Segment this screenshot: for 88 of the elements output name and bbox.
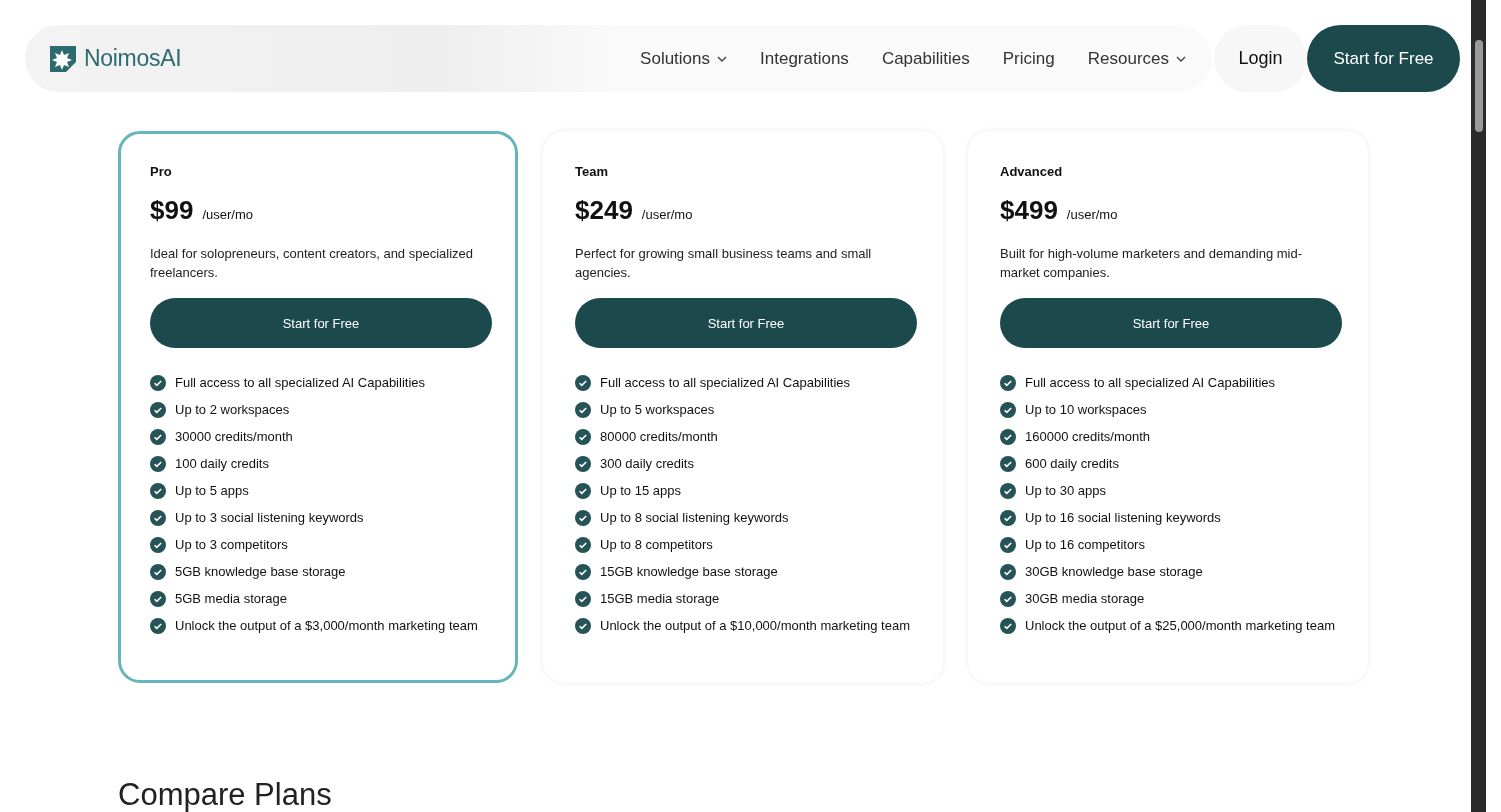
feature-text: 160000 credits/month xyxy=(1025,428,1151,446)
feature-text: Full access to all specialized AI Capabilities xyxy=(600,374,850,392)
check-icon xyxy=(150,618,166,634)
feature-text: Full access to all specialized AI Capabilities xyxy=(175,374,425,392)
check-icon xyxy=(1000,429,1016,445)
check-icon xyxy=(1000,618,1016,634)
start-button[interactable]: Start for Free xyxy=(150,298,492,348)
feature-text: Up to 3 competitors xyxy=(175,536,288,554)
check-icon xyxy=(575,618,591,634)
check-icon xyxy=(1000,483,1016,499)
check-icon xyxy=(575,456,591,472)
feature-text: Up to 8 social listening keywords xyxy=(600,509,789,527)
check-icon xyxy=(575,564,591,580)
plan-description: Ideal for solopreneurs, content creators, and specialized freelancers. xyxy=(150,245,475,282)
feature-text: 80000 credits/month xyxy=(600,428,718,446)
feature-text: 600 daily credits xyxy=(1025,455,1119,473)
check-icon xyxy=(1000,375,1016,391)
price-unit: /user/mo xyxy=(202,207,253,222)
feature-text: Unlock the output of a $3,000/month marketing team xyxy=(175,617,478,635)
nav-link[interactable]: Resources xyxy=(1087,48,1186,69)
check-icon xyxy=(575,375,591,391)
login-button[interactable]: Login xyxy=(1214,25,1307,92)
check-icon xyxy=(150,537,166,553)
feature-text: 30000 credits/month xyxy=(175,428,293,446)
check-icon xyxy=(575,429,591,445)
feature-text: Full access to all specialized AI Capabilities xyxy=(1025,374,1275,392)
check-icon xyxy=(575,537,591,553)
check-icon xyxy=(150,483,166,499)
scrollbar[interactable] xyxy=(1471,0,1486,812)
start-button[interactable]: Start for Free xyxy=(1307,25,1460,92)
check-icon xyxy=(150,456,166,472)
nav-link[interactable]: Pricing xyxy=(1002,48,1055,69)
feature-text: Unlock the output of a $25,000/month marketing team xyxy=(1025,617,1336,635)
check-icon xyxy=(150,402,166,418)
feature-text: 15GB media storage xyxy=(600,590,720,608)
price-unit: /user/mo xyxy=(641,207,693,222)
plan-name: Team xyxy=(575,164,609,179)
feature-text: 5GB media storage xyxy=(175,590,287,608)
check-icon xyxy=(575,402,591,418)
check-icon xyxy=(575,483,591,499)
feature-text: 15GB knowledge base storage xyxy=(600,563,778,581)
feature-text: 100 daily credits xyxy=(175,455,269,473)
check-icon xyxy=(1000,456,1016,472)
check-icon xyxy=(1000,510,1016,526)
feature-text: Up to 16 social listening keywords xyxy=(1025,509,1221,527)
section-title: Compare Plans xyxy=(118,777,333,812)
plan-description: Perfect for growing small business teams and small agencies. xyxy=(575,245,873,282)
plan-price: $249 xyxy=(575,195,633,226)
plan-description: Built for high-volume marketers and demanding mid-market companies. xyxy=(1000,245,1304,282)
check-icon xyxy=(1000,591,1016,607)
nav-link[interactable]: Solutions xyxy=(640,48,728,69)
feature-text: 30GB media storage xyxy=(1025,590,1145,608)
feature-text: Up to 10 workspaces xyxy=(1025,401,1147,419)
feature-text: Up to 3 social listening keywords xyxy=(175,509,364,527)
feature-text: Up to 8 competitors xyxy=(600,536,713,554)
nav-link[interactable]: Capabilities xyxy=(881,48,970,69)
feature-text: Up to 15 apps xyxy=(600,482,681,500)
start-button[interactable]: Start for Free xyxy=(575,298,917,348)
feature-text: Up to 5 apps xyxy=(175,482,249,500)
check-icon xyxy=(1000,537,1016,553)
plan-name: Advanced xyxy=(1000,164,1064,179)
feature-text: 5GB knowledge base storage xyxy=(175,563,346,581)
nav-link[interactable]: Integrations xyxy=(760,48,849,69)
check-icon xyxy=(150,591,166,607)
chevron-icon xyxy=(1176,55,1186,62)
feature-text: 300 daily credits xyxy=(600,455,694,473)
brand-name[interactable]: NoimosAI xyxy=(84,45,182,72)
check-icon xyxy=(150,564,166,580)
chevron-icon xyxy=(717,55,728,62)
logo-icon xyxy=(49,44,77,73)
check-icon xyxy=(1000,564,1016,580)
plan-price: $499 xyxy=(1000,195,1058,226)
plan-name: Pro xyxy=(150,164,173,179)
feature-text: Up to 30 apps xyxy=(1025,482,1106,500)
feature-text: Up to 16 competitors xyxy=(1025,536,1145,554)
check-icon xyxy=(575,510,591,526)
check-icon xyxy=(150,510,166,526)
plan-price: $99 xyxy=(150,195,194,226)
feature-text: Unlock the output of a $10,000/month marketing team xyxy=(600,617,911,635)
feature-text: Up to 5 workspaces xyxy=(600,401,715,419)
feature-text: 30GB knowledge base storage xyxy=(1025,563,1203,581)
check-icon xyxy=(150,375,166,391)
check-icon xyxy=(150,429,166,445)
price-unit: /user/mo xyxy=(1066,207,1118,222)
start-button[interactable]: Start for Free xyxy=(1000,298,1342,348)
check-icon xyxy=(1000,402,1016,418)
feature-text: Up to 2 workspaces xyxy=(175,401,290,419)
check-icon xyxy=(575,591,591,607)
